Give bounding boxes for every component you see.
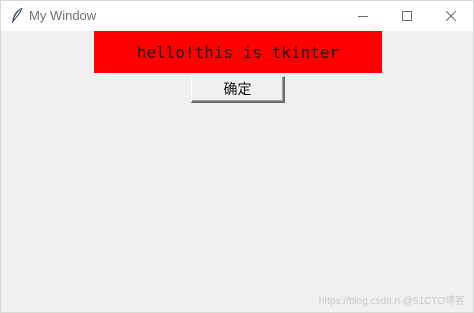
minimize-button[interactable] [341, 1, 385, 31]
watermark-text: https://blog.csdn.n @51CTO博客 [318, 296, 465, 307]
title-bar[interactable]: My Window [1, 1, 473, 31]
maximize-icon [402, 11, 412, 21]
maximize-button[interactable] [385, 1, 429, 31]
close-button[interactable] [429, 1, 473, 31]
close-icon [446, 11, 456, 21]
hello-label: hello!this is tkinter [94, 31, 382, 73]
minimize-icon [358, 11, 368, 21]
window-title: My Window [29, 8, 97, 23]
confirm-button[interactable]: 确定 [191, 76, 285, 103]
app-window: My Window hello!this is tkinter 确定 https… [0, 0, 474, 313]
feather-icon [10, 7, 24, 25]
